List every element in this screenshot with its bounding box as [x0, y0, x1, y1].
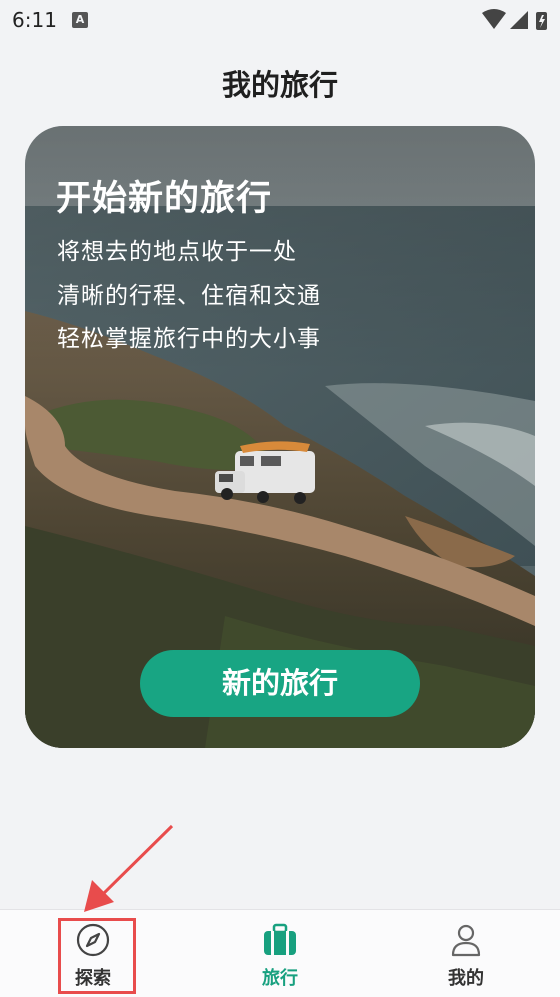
- new-trip-card: 开始新的旅行 将想去的地点收于一处 清晰的行程、住宿和交通 轻松掌握旅行中的大小…: [25, 126, 535, 748]
- status-time: 6:11: [12, 8, 57, 32]
- new-trip-button[interactable]: 新的旅行: [140, 650, 420, 717]
- hero-line: 清晰的行程、住宿和交通: [57, 283, 321, 309]
- status-bar: 6:11 A: [0, 0, 560, 40]
- page-title: 我的旅行: [221, 68, 338, 102]
- hero-line: 将想去的地点收于一处: [57, 239, 297, 265]
- status-icons: [482, 9, 547, 30]
- notification-icon: A: [72, 12, 88, 28]
- hero-title: 开始新的旅行: [56, 179, 273, 219]
- screen: 6:11 A 我的旅行 开始新的旅行 将想去的地点收于一处 清晰的行程、住宿和交…: [0, 0, 560, 997]
- tab-trips[interactable]: 旅行: [220, 910, 340, 997]
- tab-me[interactable]: 我的: [406, 910, 526, 997]
- annotation-highlight-box: [58, 918, 136, 994]
- person-icon: [451, 924, 481, 957]
- hero-line: 轻松掌握旅行中的大小事: [57, 326, 321, 352]
- tab-me-label: 我的: [448, 968, 484, 989]
- wifi-icon: [482, 9, 506, 29]
- tab-trips-label: 旅行: [262, 968, 298, 989]
- signal-icon: [510, 11, 528, 29]
- suitcase-icon: [264, 923, 296, 955]
